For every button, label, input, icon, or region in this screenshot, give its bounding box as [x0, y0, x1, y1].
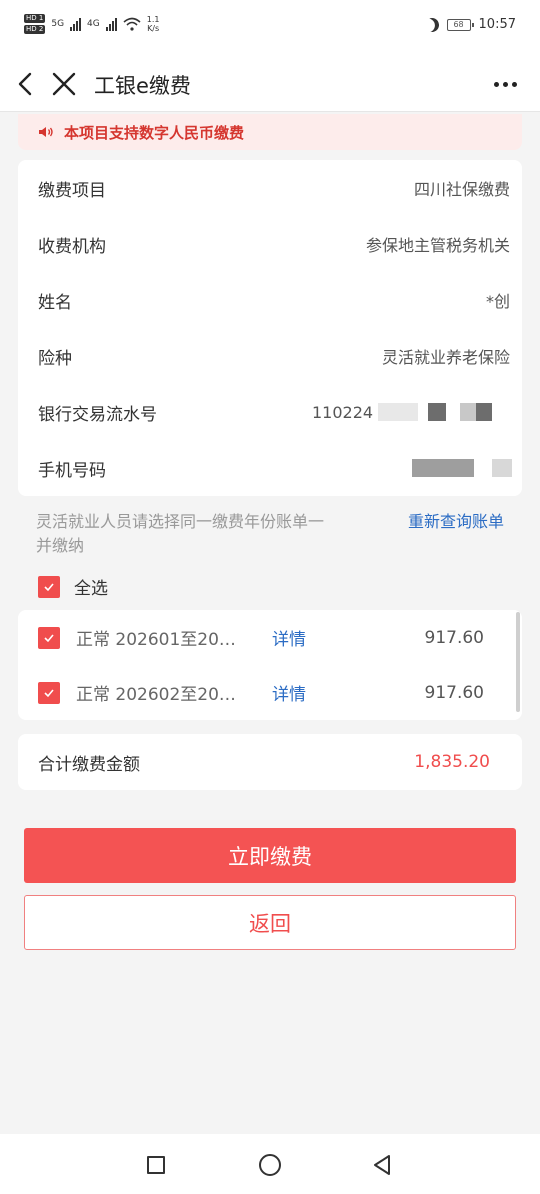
- select-all-checkbox[interactable]: 全选: [38, 574, 108, 599]
- total-amount: 1,835.20: [414, 752, 490, 772]
- recent-apps-icon[interactable]: [147, 1156, 165, 1174]
- payment-info-card: 缴费项目 四川社保缴费 收费机构 参保地主管税务机关 姓名 *创 险种 灵活就业…: [18, 160, 522, 496]
- select-all-label: 全选: [74, 579, 108, 599]
- info-label: 收费机构: [38, 236, 106, 257]
- speaker-icon: [39, 127, 53, 137]
- info-value: 参保地主管税务机关: [365, 236, 510, 255]
- info-label: 缴费项目: [38, 180, 106, 201]
- status-left: HD 1 HD 2 5G 4G 1.1 K/s: [24, 14, 159, 34]
- signal-icon-2: [105, 17, 117, 31]
- info-value: 灵活就业养老保险: [381, 348, 510, 367]
- bill-list-scrollbar[interactable]: [516, 612, 520, 712]
- info-row-name: 姓名 *创: [18, 272, 522, 328]
- bill-amount: 917.60: [424, 682, 484, 703]
- redaction-mark: [476, 403, 492, 421]
- bill-row[interactable]: 正常 202601至20… 详情 917.60: [18, 610, 522, 665]
- bill-name: 正常 202601至20…: [76, 630, 236, 650]
- info-row-insurance: 险种 灵活就业养老保险: [18, 328, 522, 384]
- bill-amount: 917.60: [424, 627, 484, 648]
- return-button[interactable]: 返回: [24, 895, 516, 950]
- notice-banner: 本项目支持数字人民币缴费: [18, 114, 522, 150]
- net-speed: 1.1 K/s: [147, 15, 160, 33]
- home-icon[interactable]: [259, 1154, 281, 1176]
- info-label: 银行交易流水号: [38, 404, 157, 425]
- total-card: 合计缴费金额 1,835.20: [18, 734, 522, 790]
- bill-name: 正常 202602至20…: [76, 685, 236, 705]
- checkbox-checked-icon[interactable]: [38, 681, 60, 704]
- page-title: 工银e缴费: [94, 74, 191, 98]
- info-value: 四川社保缴费: [413, 180, 510, 199]
- info-label: 手机号码: [38, 460, 106, 481]
- wifi-icon: [123, 17, 141, 31]
- redaction-mark: [492, 459, 512, 477]
- sig1-label: 5G: [51, 19, 65, 29]
- speed-value: 1.1: [146, 15, 160, 24]
- hd1-badge: HD 1: [24, 14, 46, 23]
- close-icon[interactable]: [48, 68, 80, 100]
- redaction-mark: [460, 403, 476, 421]
- pay-now-button[interactable]: 立即缴费: [24, 828, 516, 883]
- checkbox-checked-icon[interactable]: [38, 626, 60, 649]
- back-arrow-icon[interactable]: [12, 68, 44, 100]
- system-nav-bar: [0, 1134, 540, 1194]
- redaction-mark: [412, 459, 474, 477]
- clock: 10:57: [478, 17, 516, 32]
- total-label: 合计缴费金额: [38, 754, 140, 775]
- sig2-label: 4G: [87, 19, 100, 29]
- requery-link[interactable]: 重新查询账单: [408, 510, 504, 534]
- bill-detail-link[interactable]: 详情: [272, 680, 306, 705]
- billing-hint: 灵活就业人员请选择同一缴费年份账单一并缴纳: [36, 512, 325, 555]
- speed-unit: K/s: [147, 24, 160, 33]
- more-menu-icon[interactable]: [490, 70, 520, 98]
- info-row-org: 收费机构 参保地主管税务机关: [18, 216, 522, 272]
- info-row-phone: 手机号码 185: [18, 440, 522, 496]
- checkbox-checked-icon[interactable]: [38, 575, 60, 598]
- status-bar: HD 1 HD 2 5G 4G 1.1 K/s 68 10:57: [0, 0, 540, 56]
- status-right: 68 10:57: [425, 17, 516, 32]
- notice-text: 本项目支持数字人民币缴费: [64, 123, 245, 142]
- moon-icon: [423, 16, 441, 34]
- redaction-mark: [378, 403, 418, 421]
- bill-list-card: 正常 202601至20… 详情 917.60 正常 202602至20… 详情…: [18, 610, 522, 720]
- bill-row[interactable]: 正常 202602至20… 详情 917.60: [18, 665, 522, 720]
- system-back-icon[interactable]: [372, 1154, 392, 1176]
- info-row-serial: 银行交易流水号 110224: [18, 384, 522, 440]
- info-row-item: 缴费项目 四川社保缴费: [18, 160, 522, 216]
- info-label: 姓名: [38, 292, 72, 313]
- info-value: 110224: [312, 402, 374, 422]
- nav-bar: 工银e缴费: [0, 56, 540, 112]
- signal-icon: [70, 17, 82, 31]
- info-value: *创: [485, 292, 510, 311]
- bill-detail-link[interactable]: 详情: [272, 625, 306, 650]
- info-label: 险种: [38, 348, 72, 369]
- redaction-mark: [428, 403, 446, 421]
- battery-icon: 68: [446, 18, 474, 31]
- hd2-badge: HD 2: [24, 25, 46, 34]
- hd-indicators: HD 1 HD 2: [24, 14, 46, 34]
